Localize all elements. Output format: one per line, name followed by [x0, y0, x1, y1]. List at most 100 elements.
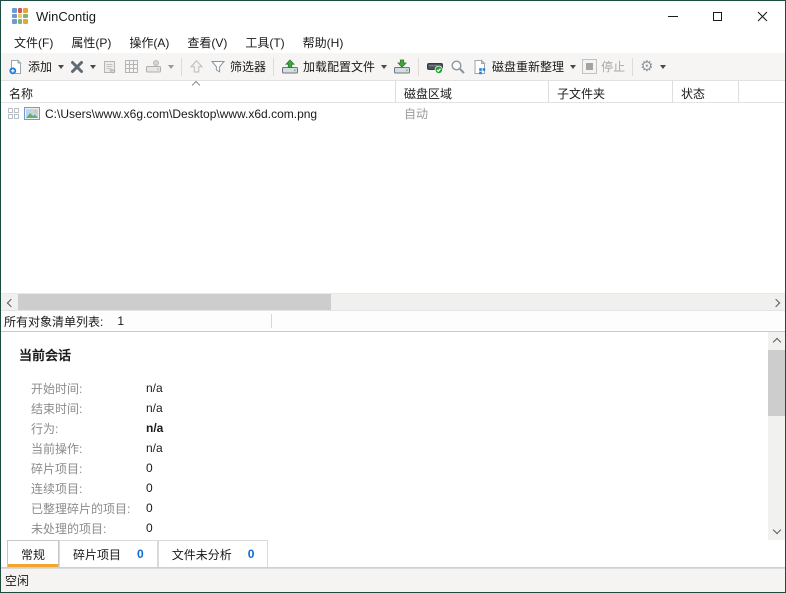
horizontal-scrollbar-thumb[interactable] [18, 294, 331, 311]
column-header-subfolder[interactable]: 子文件夹 [549, 81, 673, 103]
maximize-button[interactable] [695, 1, 740, 31]
toolbar-separator [181, 57, 183, 76]
session-row-fragmented-items: 碎片项目: 0 [31, 461, 153, 476]
close-button[interactable] [740, 1, 785, 31]
fragments-grid-icon [8, 108, 19, 119]
tab-general[interactable]: 常规 [7, 540, 60, 567]
load-profile-icon [282, 58, 299, 73]
fragmented-items-count: 0 [137, 547, 144, 561]
wincontig-window: WinContig 文件(F) 属性(P) 操作(A) 查看(V) 工具(T) … [0, 0, 786, 593]
remove-button[interactable] [67, 58, 99, 76]
file-row[interactable]: C:\Users\www.x6g.com\Desktop\www.x6d.com… [1, 103, 785, 124]
file-list: C:\Users\www.x6g.com\Desktop\www.x6d.com… [1, 103, 785, 293]
save-profile-icon [394, 59, 411, 73]
session-row-start-time: 开始时间: n/a [31, 381, 163, 396]
chevron-up-icon [772, 337, 781, 347]
session-row-action: 行为: n/a [31, 421, 164, 436]
defrag-button[interactable]: 磁盘重新整理 [469, 56, 579, 77]
window-title: WinContig [36, 8, 96, 24]
menu-tools[interactable]: 工具(T) [236, 31, 293, 54]
tab-fragmented-items[interactable]: 碎片项目 0 [59, 540, 158, 567]
vertical-scrollbar-thumb[interactable] [768, 350, 785, 416]
move-up-button[interactable] [186, 57, 207, 76]
object-list-label: 所有对象清单列表: [4, 314, 104, 329]
chevron-left-icon [6, 298, 15, 307]
settings-button[interactable]: ⚙ [637, 57, 668, 76]
file-path: C:\Users\www.x6g.com\Desktop\www.x6d.com… [45, 106, 318, 121]
chevron-right-icon [771, 298, 780, 307]
close-icon [757, 11, 768, 21]
filter-button[interactable]: 筛选器 [207, 56, 269, 77]
minimize-icon [667, 15, 678, 17]
menu-actions[interactable]: 操作(A) [120, 31, 178, 54]
maximize-icon [713, 11, 722, 21]
session-row-defragmented-items: 已整理碎片的项目: 0 [31, 501, 153, 516]
gear-icon: ⚙ [640, 58, 654, 75]
properties-icon [104, 60, 116, 73]
info-bar-separator [271, 314, 272, 328]
disk-button[interactable] [142, 57, 177, 76]
toolbar-separator [632, 57, 634, 76]
disk-drive-icon [146, 60, 162, 73]
chevron-down-icon[interactable] [381, 64, 388, 69]
vertical-scrollbar[interactable] [768, 332, 785, 540]
chevron-down-icon[interactable] [90, 64, 97, 69]
chevron-down-icon[interactable] [570, 64, 577, 69]
chevron-down-icon[interactable] [168, 64, 175, 69]
session-row-contiguous-items: 连续项目: 0 [31, 481, 153, 496]
scroll-right-button[interactable] [768, 294, 785, 311]
menu-bar: 文件(F) 属性(P) 操作(A) 查看(V) 工具(T) 帮助(H) [1, 31, 785, 53]
load-profile-button[interactable]: 加载配置文件 [278, 56, 390, 77]
stop-button[interactable]: 停止 [579, 56, 628, 77]
status-text: 空闲 [5, 574, 30, 588]
image-file-icon [24, 107, 40, 120]
analyze-button[interactable] [423, 57, 447, 77]
session-row-end-time: 结束时间: n/a [31, 401, 163, 416]
grid-view-button[interactable] [121, 57, 142, 76]
up-arrow-icon [189, 60, 204, 73]
session-row-unprocessed-items: 未处理的项目: 0 [31, 521, 153, 536]
file-disk-area: 自动 [404, 107, 429, 121]
stop-icon [582, 59, 598, 74]
column-header-spacer [739, 81, 785, 103]
add-page-icon [9, 58, 22, 74]
horizontal-scrollbar[interactable] [1, 293, 785, 311]
scroll-left-button[interactable] [1, 294, 18, 311]
add-label: 添加 [28, 60, 53, 74]
info-bar: 所有对象清单列表: 1 [1, 310, 785, 331]
stop-label: 停止 [601, 60, 626, 74]
chevron-down-icon [772, 525, 781, 535]
column-header-status[interactable]: 状态 [673, 81, 739, 103]
toolbar: 添加 筛选器 加载配置文件 磁盘重新整理 停止 ⚙ [1, 53, 785, 81]
search-button[interactable] [447, 57, 469, 77]
object-list-count: 1 [117, 314, 125, 328]
scroll-down-button[interactable] [768, 523, 785, 540]
toolbar-separator [418, 57, 420, 76]
list-header: 名称 磁盘区域 子文件夹 状态 [1, 80, 785, 103]
properties-button[interactable] [99, 57, 121, 77]
session-title: 当前会话 [19, 348, 72, 363]
menu-file[interactable]: 文件(F) [5, 31, 62, 54]
session-row-current-operation: 当前操作: n/a [31, 441, 163, 456]
search-icon [451, 59, 465, 74]
title-bar: WinContig [1, 1, 785, 31]
defrag-page-icon [474, 58, 486, 74]
status-bar: 空闲 [1, 568, 785, 592]
save-profile-button[interactable] [390, 57, 414, 77]
add-button[interactable]: 添加 [5, 56, 67, 77]
scroll-up-button[interactable] [768, 332, 785, 349]
analyze-drive-icon [427, 62, 444, 74]
bottom-tab-bar: 常规 碎片项目 0 文件未分析 0 [1, 540, 785, 568]
filter-funnel-icon [210, 61, 226, 73]
chevron-down-icon[interactable] [58, 64, 65, 69]
tab-files-not-analyzed[interactable]: 文件未分析 0 [157, 540, 269, 567]
menu-help[interactable]: 帮助(H) [294, 31, 353, 54]
chevron-down-icon[interactable] [659, 64, 666, 69]
minimize-button[interactable] [650, 1, 695, 31]
app-icon [12, 8, 28, 24]
column-header-disk-area[interactable]: 磁盘区域 [396, 81, 549, 103]
menu-properties[interactable]: 属性(P) [62, 31, 120, 54]
menu-view[interactable]: 查看(V) [178, 31, 236, 54]
defrag-label: 磁盘重新整理 [492, 60, 565, 74]
files-not-analyzed-count: 0 [247, 547, 255, 561]
